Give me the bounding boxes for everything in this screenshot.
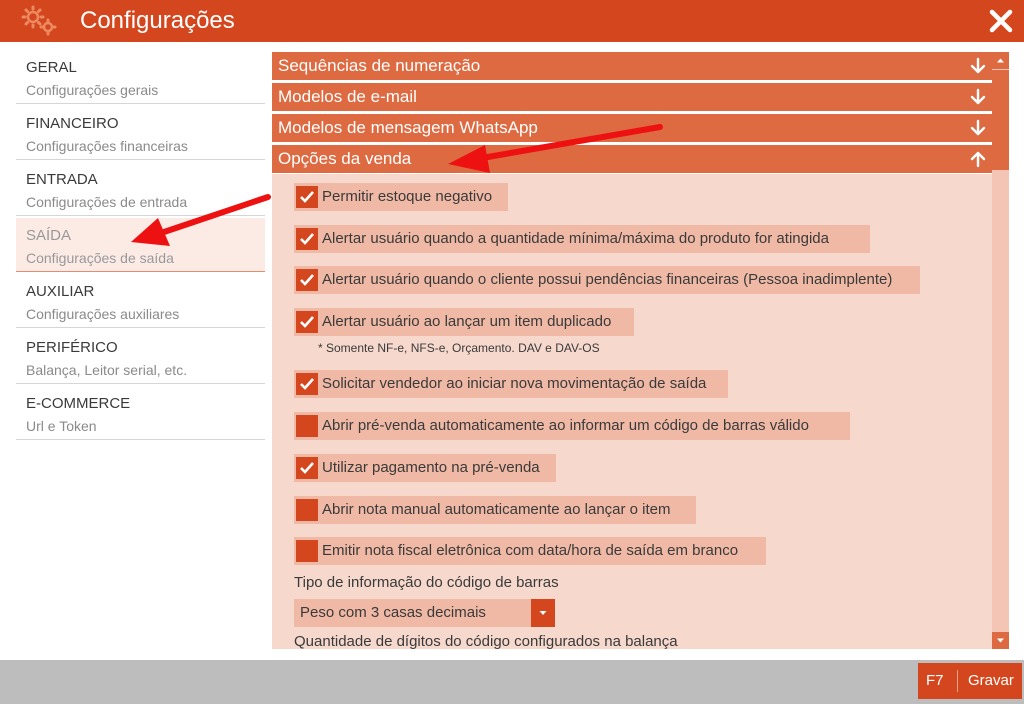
check-icon [300,462,314,474]
sidebar-item-title: PERIFÉRICO [26,339,118,356]
option-alertar-item-duplicado[interactable]: Alertar usuário ao lançar um item duplic… [294,308,634,336]
check-icon [300,378,314,390]
check-icon [300,191,314,203]
settings-window: Configurações GERAL Configurações gerais… [0,0,1024,704]
option-label: Alertar usuário ao lançar um item duplic… [322,313,612,330]
option-label: Emitir nota fiscal eletrônica com data/h… [322,542,739,559]
sidebar-item-subtitle: Configurações financeiras [26,138,188,154]
arrow-down-icon [970,88,986,105]
panel-header-label: Opções da venda [278,149,412,168]
caret-down-icon [539,611,547,615]
panel-header-sequencias[interactable]: Sequências de numeração [272,52,992,80]
barcode-type-label: Tipo de informação do código de barras [294,574,559,591]
sidebar-item-title: ENTRADA [26,171,98,188]
option-alertar-pendencias[interactable]: Alertar usuário quando o cliente possui … [294,266,920,294]
option-solicitar-vendedor[interactable]: Solicitar vendedor ao iniciar nova movim… [294,370,728,398]
scroll-up-button[interactable] [992,52,1009,69]
sidebar-item-title: E-COMMERCE [26,395,131,412]
check-icon [300,233,314,245]
save-button[interactable]: F7 Gravar [918,663,1022,699]
footer-bar [0,660,1024,704]
duplicate-item-note: * Somente NF-e, NFS-e, Orçamento. DAV e … [318,341,600,355]
panel-header-whatsapp[interactable]: Modelos de mensagem WhatsApp [272,114,992,142]
panel-header-opcoes-venda[interactable]: Opções da venda [272,145,992,173]
arrow-down-icon [970,57,986,74]
vertical-scrollbar[interactable] [992,52,1009,649]
scroll-down-button[interactable] [992,632,1009,649]
checkbox[interactable] [296,269,318,291]
option-pagamento-pre-venda[interactable]: Utilizar pagamento na pré-venda [294,454,556,482]
option-label: Abrir pré-venda automaticamente ao infor… [322,417,809,434]
save-label: Gravar [968,672,1014,689]
gears-icon [21,5,57,36]
sidebar-item-periferico[interactable]: PERIFÉRICO Balança, Leitor serial, etc. [16,330,265,384]
caret-down-icon [997,638,1004,643]
sidebar-item-subtitle: Configurações gerais [26,82,159,98]
dropdown-button[interactable] [531,599,555,627]
check-icon [300,274,314,286]
option-emitir-nota-data-branco[interactable]: Emitir nota fiscal eletrônica com data/h… [294,537,766,565]
option-label: Utilizar pagamento na pré-venda [322,459,540,476]
sidebar-item-title: SAÍDA [26,227,72,244]
close-icon[interactable] [984,4,1018,38]
option-abrir-pre-venda[interactable]: Abrir pré-venda automaticamente ao infor… [294,412,850,440]
option-label: Alertar usuário quando a quantidade míni… [322,230,829,247]
option-label: Abrir nota manual automaticamente ao lan… [322,501,671,518]
check-icon [300,316,314,328]
settings-sidebar: GERAL Configurações gerais FINANCEIRO Co… [16,50,265,442]
arrow-up-icon [970,151,986,168]
option-abrir-nota-manual[interactable]: Abrir nota manual automaticamente ao lan… [294,496,696,524]
arrow-down-icon [970,119,986,136]
panel-header-label: Modelos de e-mail [278,87,417,106]
option-permitir-estoque-negativo[interactable]: Permitir estoque negativo [294,183,508,211]
sidebar-item-subtitle: Configurações auxiliares [26,306,180,322]
sidebar-item-title: FINANCEIRO [26,115,119,132]
checkbox[interactable] [296,499,318,521]
sidebar-item-geral[interactable]: GERAL Configurações gerais [16,50,265,104]
sidebar-item-ecommerce[interactable]: E-COMMERCE Url e Token [16,386,265,440]
sidebar-item-financeiro[interactable]: FINANCEIRO Configurações financeiras [16,106,265,160]
checkbox[interactable] [296,228,318,250]
checkbox[interactable] [296,415,318,437]
save-shortcut-key: F7 [926,672,944,689]
checkbox[interactable] [296,186,318,208]
barcode-type-select[interactable]: Peso com 3 casas decimais [294,599,555,627]
option-label: Solicitar vendedor ao iniciar nova movim… [322,375,707,392]
title-bar: Configurações [0,0,1024,42]
option-label: Permitir estoque negativo [322,188,493,205]
sidebar-item-subtitle: Url e Token [26,418,97,434]
digits-label: Quantidade de dígitos do código configur… [294,633,678,649]
sidebar-item-title: GERAL [26,59,77,76]
panel-header-email[interactable]: Modelos de e-mail [272,83,992,111]
sidebar-item-title: AUXILIAR [26,283,95,300]
panel-header-label: Sequências de numeração [278,56,481,75]
sidebar-item-subtitle: Balança, Leitor serial, etc. [26,362,188,378]
settings-content: Sequências de numeração Modelos de e-mai… [272,52,992,649]
sidebar-item-saida[interactable]: SAÍDA Configurações de saída [16,218,265,272]
caret-up-icon [997,58,1004,63]
window-title: Configurações [80,7,235,34]
panel-header-label: Modelos de mensagem WhatsApp [278,118,538,137]
sidebar-item-subtitle: Configurações de entrada [26,194,188,210]
checkbox[interactable] [296,457,318,479]
save-separator [957,670,958,692]
sidebar-item-auxiliar[interactable]: AUXILIAR Configurações auxiliares [16,274,265,328]
checkbox[interactable] [296,311,318,333]
sidebar-item-entrada[interactable]: ENTRADA Configurações de entrada [16,162,265,216]
scroll-thumb[interactable] [992,70,1009,170]
option-alertar-quantidade[interactable]: Alertar usuário quando a quantidade míni… [294,225,870,253]
barcode-type-value: Peso com 3 casas decimais [300,604,486,621]
sidebar-item-subtitle: Configurações de saída [26,250,174,266]
opcoes-venda-body: Permitir estoque negativo Alertar usuári… [272,174,992,649]
checkbox[interactable] [296,540,318,562]
option-label: Alertar usuário quando o cliente possui … [322,271,893,288]
checkbox[interactable] [296,373,318,395]
